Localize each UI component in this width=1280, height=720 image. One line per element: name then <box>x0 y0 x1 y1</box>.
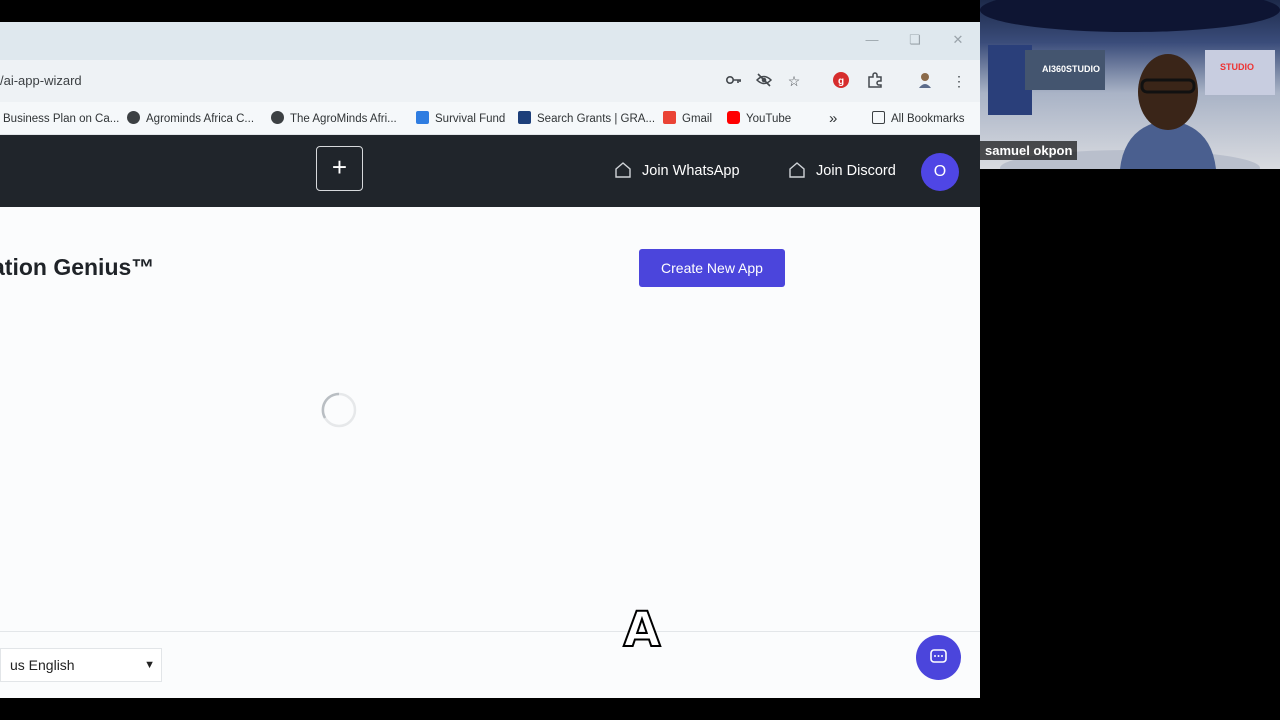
chevron-down-icon: ▼ <box>144 659 155 671</box>
folder-icon <box>872 111 885 124</box>
svg-text:g: g <box>838 76 844 87</box>
close-icon[interactable]: ✕ <box>950 32 966 48</box>
studio-sign: STUDIO <box>1220 62 1255 72</box>
key-icon[interactable] <box>724 71 744 91</box>
grants-icon <box>518 111 531 124</box>
participant-name: samuel okpon <box>980 141 1078 160</box>
screen: — ❏ ✕ /ai-app-wizard ☆ g ⋮ Business Plan… <box>0 0 1280 720</box>
join-discord-button[interactable]: Join Discord <box>788 154 896 188</box>
bookmark-label: Search Grants | GRA... <box>537 113 656 125</box>
home-icon <box>789 162 805 178</box>
home-icon <box>615 162 631 178</box>
join-whatsapp-label: Join WhatsApp <box>642 163 740 179</box>
add-button[interactable]: + <box>316 146 363 191</box>
address-bar: /ai-app-wizard ☆ g ⋮ <box>0 60 980 102</box>
minimize-icon[interactable]: — <box>864 32 880 48</box>
studio-logo: AI360STUDIO <box>1042 64 1101 74</box>
all-bookmarks-button[interactable]: All Bookmarks <box>872 110 965 128</box>
bookmark-label: Gmail <box>682 113 713 125</box>
bookmark-item[interactable]: Business Plan on Ca... <box>3 110 119 128</box>
bookmark-label: Business Plan on Ca... <box>3 113 120 125</box>
all-bookmarks-label: All Bookmarks <box>891 113 965 125</box>
eye-off-icon[interactable] <box>754 71 774 91</box>
webcam-overlay: AI360STUDIO STUDIO samuel okpon <box>980 0 1280 169</box>
bookmark-label: YouTube <box>746 113 792 125</box>
participant-video <box>1120 54 1216 169</box>
youtube-icon <box>727 111 740 124</box>
extension-red-icon[interactable]: g <box>831 71 851 91</box>
bookmark-item[interactable]: Survival Fund <box>416 110 505 128</box>
language-select-value: us English <box>10 657 75 673</box>
create-new-app-button[interactable]: Create New App <box>639 249 785 287</box>
language-select[interactable]: us English ▼ <box>0 648 162 682</box>
loading-spinner-icon <box>321 392 357 428</box>
footer-divider <box>0 631 980 632</box>
bookmark-label: Survival Fund <box>435 113 506 125</box>
globe-icon <box>271 111 284 124</box>
page-title: ation Genius™ <box>0 254 155 280</box>
join-discord-label: Join Discord <box>816 163 896 179</box>
puzzle-icon[interactable] <box>865 71 885 91</box>
bookmark-item[interactable]: The AgroMinds Afri... <box>271 110 397 128</box>
browser-window: — ❏ ✕ /ai-app-wizard ☆ g ⋮ Business Plan… <box>0 22 980 698</box>
gmail-icon <box>663 111 676 124</box>
bookmark-item[interactable]: Gmail <box>663 110 712 128</box>
video-caption: A <box>622 601 661 659</box>
restore-icon[interactable]: ❏ <box>907 32 923 48</box>
bookmark-item[interactable]: YouTube <box>727 110 791 128</box>
app-header: + Join WhatsApp Join Discord O <box>0 135 980 207</box>
bookmark-item[interactable]: Agrominds Africa C... <box>127 110 254 128</box>
globe-icon <box>127 111 140 124</box>
chat-button[interactable] <box>916 635 961 680</box>
bookmark-label: Agrominds Africa C... <box>146 113 255 125</box>
star-icon[interactable]: ☆ <box>784 71 804 91</box>
bookmarks-overflow-button[interactable]: » <box>829 110 837 128</box>
bookmark-label: The AgroMinds Afri... <box>290 113 397 125</box>
bookmark-item[interactable]: Search Grants | GRA... <box>518 110 655 128</box>
survival-fund-icon <box>416 111 429 124</box>
profile-avatar-icon[interactable] <box>915 71 935 91</box>
main-content: ation Genius™ Create New App <box>0 207 980 698</box>
title-bar: — ❏ ✕ <box>0 22 980 60</box>
bookmarks-bar: Business Plan on Ca... Agrominds Africa … <box>0 102 980 135</box>
url-field[interactable]: /ai-app-wizard <box>0 73 82 88</box>
chat-bubble-icon <box>930 649 947 663</box>
join-whatsapp-button[interactable]: Join WhatsApp <box>614 154 740 188</box>
menu-kebab-icon[interactable]: ⋮ <box>949 71 969 91</box>
user-avatar[interactable]: O <box>921 153 959 191</box>
